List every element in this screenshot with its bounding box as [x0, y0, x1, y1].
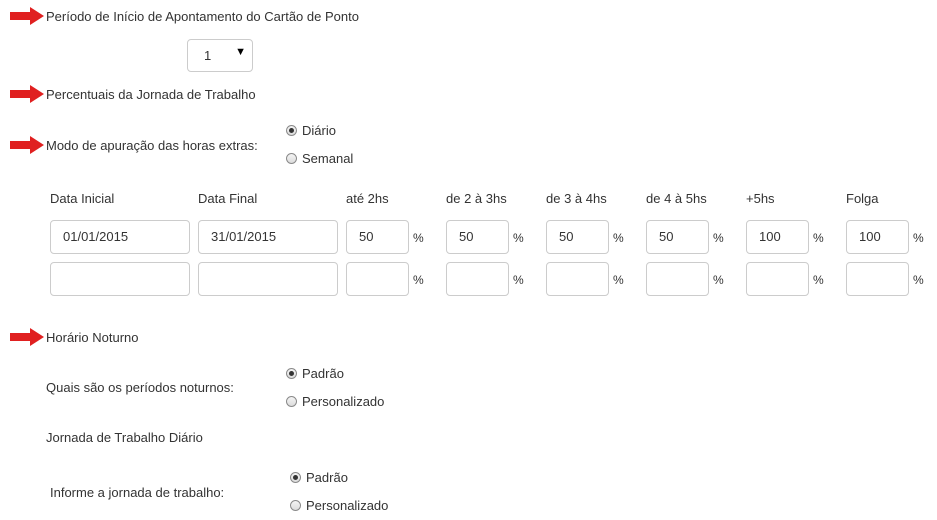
- data-inicial-input[interactable]: 01/01/2015: [50, 220, 190, 254]
- data-final-input[interactable]: 31/01/2015: [198, 220, 338, 254]
- radio-jornada-padrao[interactable]: Padrão: [290, 470, 348, 485]
- radio-jornada-padrao-label: Padrão: [306, 470, 348, 485]
- radio-diario-label: Diário: [302, 123, 336, 138]
- folga-input[interactable]: 100: [846, 220, 909, 254]
- radio-diario[interactable]: Diário: [286, 123, 336, 138]
- data-final-input[interactable]: [198, 262, 338, 296]
- de-3-4hs-input[interactable]: [546, 262, 609, 296]
- percent-symbol: %: [413, 273, 424, 287]
- radio-semanal[interactable]: Semanal: [286, 151, 353, 166]
- chevron-down-icon: ▼: [235, 46, 246, 58]
- folga-input[interactable]: [846, 262, 909, 296]
- col-header-4-5hs: de 4 à 5hs: [646, 191, 707, 206]
- red-arrow-icon: [10, 85, 44, 103]
- jornada-trabalho-label: Informe a jornada de trabalho:: [50, 485, 225, 500]
- percent-symbol: %: [913, 273, 924, 287]
- red-arrow-icon: [10, 7, 44, 25]
- radio-unchecked-icon[interactable]: [286, 153, 297, 164]
- percent-symbol: %: [913, 231, 924, 245]
- de-2-3hs-input[interactable]: [446, 262, 509, 296]
- mais-5hs-input[interactable]: [746, 262, 809, 296]
- data-inicial-input[interactable]: [50, 262, 190, 296]
- de-3-4hs-input[interactable]: 50: [546, 220, 609, 254]
- col-header-3-4hs: de 3 à 4hs: [546, 191, 607, 206]
- radio-semanal-label: Semanal: [302, 151, 354, 166]
- percentuais-title: Percentuais da Jornada de Trabalho: [46, 87, 256, 102]
- periodo-inicio-select[interactable]: 1 ▼: [187, 39, 253, 72]
- col-header-data-inicial: Data Inicial: [50, 191, 115, 206]
- percent-symbol: %: [613, 231, 624, 245]
- ate-2hs-input[interactable]: [346, 262, 409, 296]
- percent-symbol: %: [613, 273, 624, 287]
- modo-apuracao-label: Modo de apuração das horas extras:: [46, 138, 258, 153]
- col-header-5hs: +5hs: [746, 191, 775, 206]
- percent-symbol: %: [413, 231, 424, 245]
- ate-2hs-input[interactable]: 50: [346, 220, 409, 254]
- percent-symbol: %: [813, 231, 824, 245]
- periodo-inicio-title: Período de Início de Apontamento do Cart…: [46, 9, 359, 24]
- red-arrow-icon: [10, 136, 44, 154]
- radio-periodos-personalizado[interactable]: Personalizado: [286, 394, 384, 409]
- periodos-noturnos-label: Quais são os períodos noturnos:: [46, 380, 234, 395]
- radio-periodos-padrao[interactable]: Padrão: [286, 366, 344, 381]
- red-arrow-icon: [10, 328, 44, 346]
- col-header-2-3hs: de 2 à 3hs: [446, 191, 507, 206]
- percent-symbol: %: [813, 273, 824, 287]
- radio-unchecked-icon[interactable]: [286, 396, 297, 407]
- radio-periodos-personalizado-label: Personalizado: [302, 394, 385, 409]
- percent-symbol: %: [513, 273, 524, 287]
- periodo-inicio-select-value: 1: [204, 48, 212, 63]
- jornada-trabalho-title: Jornada de Trabalho Diário: [46, 430, 203, 445]
- de-4-5hs-input[interactable]: [646, 262, 709, 296]
- de-2-3hs-input[interactable]: 50: [446, 220, 509, 254]
- col-header-folga: Folga: [846, 191, 879, 206]
- col-header-data-final: Data Final: [198, 191, 258, 206]
- radio-checked-icon[interactable]: [290, 472, 301, 483]
- radio-unchecked-icon[interactable]: [290, 500, 301, 511]
- horario-noturno-title: Horário Noturno: [46, 330, 139, 345]
- de-4-5hs-input[interactable]: 50: [646, 220, 709, 254]
- percent-symbol: %: [513, 231, 524, 245]
- col-header-ate-2hs: até 2hs: [346, 191, 389, 206]
- radio-checked-icon[interactable]: [286, 125, 297, 136]
- radio-jornada-personalizado-label: Personalizado: [306, 498, 389, 513]
- mais-5hs-input[interactable]: 100: [746, 220, 809, 254]
- radio-jornada-personalizado[interactable]: Personalizado: [290, 498, 388, 513]
- percent-symbol: %: [713, 231, 724, 245]
- percent-symbol: %: [713, 273, 724, 287]
- radio-checked-icon[interactable]: [286, 368, 297, 379]
- radio-periodos-padrao-label: Padrão: [302, 366, 344, 381]
